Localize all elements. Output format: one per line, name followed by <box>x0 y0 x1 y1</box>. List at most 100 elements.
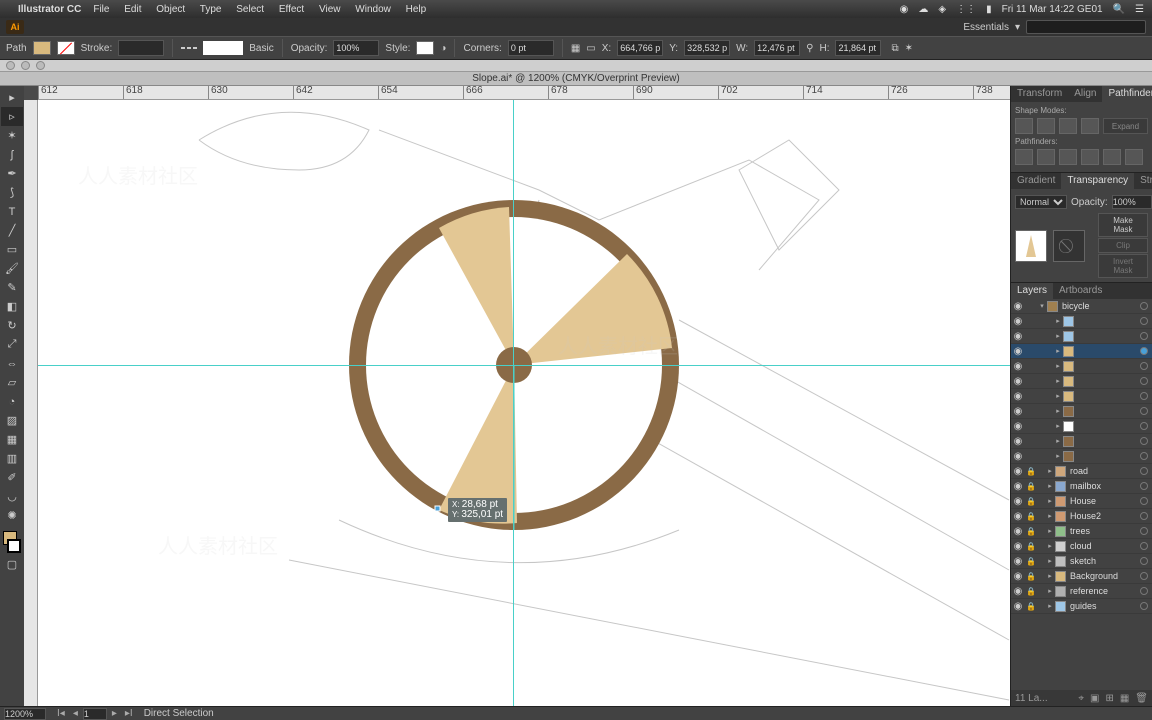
lock-icon[interactable]: 🔒 <box>1025 602 1037 611</box>
disclosure-icon[interactable]: ▸ <box>1045 587 1055 595</box>
visibility-icon[interactable]: ◉ <box>1011 346 1025 357</box>
target-icon[interactable] <box>1140 557 1148 565</box>
layer-row[interactable]: ◉ ▾ bicycle <box>1011 299 1152 314</box>
eraser-tool[interactable]: ◧ <box>1 297 23 316</box>
w-input[interactable] <box>754 40 800 56</box>
status-icon[interactable]: ◈ <box>938 4 946 15</box>
disclosure-icon[interactable]: ▸ <box>1045 557 1055 565</box>
locate-layer-icon[interactable]: ⌖ <box>1078 693 1084 704</box>
disclosure-icon[interactable]: ▸ <box>1053 437 1063 445</box>
layer-row[interactable]: ◉ ▸ <box>1011 344 1152 359</box>
stroke-swatch[interactable] <box>57 41 75 55</box>
next-artboard-icon[interactable]: ▸ <box>109 708 120 719</box>
lock-icon[interactable]: 🔒 <box>1025 572 1037 581</box>
layer-row[interactable]: ◉ ▸ <box>1011 374 1152 389</box>
target-icon[interactable] <box>1140 392 1148 400</box>
visibility-icon[interactable]: ◉ <box>1011 511 1025 522</box>
lock-icon[interactable]: 🔒 <box>1025 527 1037 536</box>
layer-row[interactable]: ◉ 🔒 ▸ House <box>1011 494 1152 509</box>
make-clip-icon[interactable]: ▣ <box>1090 693 1099 704</box>
mask-none[interactable]: ⃠ <box>1053 230 1085 262</box>
disclosure-icon[interactable]: ▸ <box>1053 377 1063 385</box>
x-input[interactable] <box>617 40 663 56</box>
zoom-input[interactable] <box>4 708 46 720</box>
menu-edit[interactable]: Edit <box>124 4 141 15</box>
ai-logo-icon[interactable]: Ai <box>6 20 24 34</box>
tab-transform[interactable]: Transform <box>1011 86 1068 102</box>
symbol-sprayer-tool[interactable]: ✺ <box>1 506 23 525</box>
visibility-icon[interactable]: ◉ <box>1011 391 1025 402</box>
disclosure-icon[interactable]: ▸ <box>1045 527 1055 535</box>
align-icon[interactable]: ▦ <box>571 43 580 54</box>
target-icon[interactable] <box>1140 332 1148 340</box>
visibility-icon[interactable]: ◉ <box>1011 301 1025 312</box>
last-artboard-icon[interactable]: ▸I <box>122 708 136 719</box>
make-mask-button[interactable]: Make Mask <box>1098 213 1148 237</box>
ruler-vertical[interactable] <box>24 100 38 706</box>
visibility-icon[interactable]: ◉ <box>1011 571 1025 582</box>
lasso-tool[interactable]: ʃ <box>1 145 23 164</box>
trim-button[interactable] <box>1037 149 1055 165</box>
cloud-icon[interactable]: ☁ <box>918 4 928 15</box>
tab-gradient[interactable]: Gradient <box>1011 173 1061 189</box>
doc-title[interactable]: Slope.ai* @ 1200% (CMYK/Overprint Previe… <box>0 72 1152 86</box>
mask-thumb[interactable] <box>1015 230 1047 262</box>
close-dot[interactable] <box>6 61 15 70</box>
disclosure-icon[interactable]: ▸ <box>1053 407 1063 415</box>
shapebuilder-icon[interactable]: ⧉ <box>891 43 898 54</box>
brush-profile[interactable] <box>203 41 243 55</box>
cc-icon[interactable]: ◉ <box>900 4 909 15</box>
guide-vertical[interactable] <box>513 100 514 706</box>
disclosure-icon[interactable]: ▸ <box>1053 422 1063 430</box>
lock-icon[interactable]: 🔒 <box>1025 587 1037 596</box>
layer-row[interactable]: ◉ 🔒 ▸ House2 <box>1011 509 1152 524</box>
first-artboard-icon[interactable]: I◂ <box>54 708 68 719</box>
visibility-icon[interactable]: ◉ <box>1011 376 1025 387</box>
disclosure-icon[interactable]: ▸ <box>1053 452 1063 460</box>
layer-row[interactable]: ◉ 🔒 ▸ sketch <box>1011 554 1152 569</box>
y-input[interactable] <box>684 40 730 56</box>
visibility-icon[interactable]: ◉ <box>1011 316 1025 327</box>
visibility-icon[interactable]: ◉ <box>1011 496 1025 507</box>
artboard-num-input[interactable] <box>83 708 107 720</box>
search-icon[interactable]: 🔍 <box>1113 4 1125 15</box>
canvas[interactable]: X: 28,68 ptY: 325,01 pt 人人素材社区 人人素材社区 人人… <box>38 100 1010 706</box>
merge-button[interactable] <box>1059 149 1077 165</box>
prev-artboard-icon[interactable]: ◂ <box>70 708 81 719</box>
opacity-input[interactable] <box>333 40 379 56</box>
eyedropper-tool[interactable]: ✐ <box>1 468 23 487</box>
target-icon[interactable] <box>1140 482 1148 490</box>
disclosure-icon[interactable]: ▾ <box>1037 302 1047 310</box>
layer-row[interactable]: ◉ 🔒 ▸ cloud <box>1011 539 1152 554</box>
target-icon[interactable] <box>1140 602 1148 610</box>
pen-tool[interactable]: ✒ <box>1 164 23 183</box>
exclude-button[interactable] <box>1081 118 1099 134</box>
target-icon[interactable] <box>1140 362 1148 370</box>
layers-list[interactable]: ◉ ▾ bicycle ◉ ▸ ◉ ▸ ◉ ▸ ◉ ▸ ◉ ▸ ◉ ▸ ◉ ▸ … <box>1011 299 1152 690</box>
visibility-icon[interactable]: ◉ <box>1011 451 1025 462</box>
target-icon[interactable] <box>1140 512 1148 520</box>
disclosure-icon[interactable]: ▸ <box>1053 362 1063 370</box>
pencil-tool[interactable]: ✎ <box>1 278 23 297</box>
layer-row[interactable]: ◉ ▸ <box>1011 314 1152 329</box>
screen-mode-tool[interactable]: ▢ <box>1 555 23 574</box>
visibility-icon[interactable]: ◉ <box>1011 421 1025 432</box>
disclosure-icon[interactable]: ▸ <box>1045 542 1055 550</box>
disclosure-icon[interactable]: ▸ <box>1045 572 1055 580</box>
tab-align[interactable]: Align <box>1068 86 1102 102</box>
tab-layers[interactable]: Layers <box>1011 283 1053 299</box>
target-icon[interactable] <box>1140 497 1148 505</box>
menu-object[interactable]: Object <box>156 4 185 15</box>
visibility-icon[interactable]: ◉ <box>1011 601 1025 612</box>
layer-row[interactable]: ◉ ▸ <box>1011 389 1152 404</box>
menu-icon[interactable]: ☰ <box>1135 4 1144 15</box>
target-icon[interactable] <box>1140 437 1148 445</box>
lock-icon[interactable]: 🔒 <box>1025 467 1037 476</box>
disclosure-icon[interactable]: ▸ <box>1053 392 1063 400</box>
lock-icon[interactable]: 🔒 <box>1025 497 1037 506</box>
transform-icon[interactable]: ▭ <box>586 43 595 54</box>
outline-button[interactable] <box>1103 149 1121 165</box>
layer-row[interactable]: ◉ 🔒 ▸ trees <box>1011 524 1152 539</box>
recolor-icon[interactable]: ◑ <box>440 43 446 54</box>
mesh-tool[interactable]: ▦ <box>1 430 23 449</box>
